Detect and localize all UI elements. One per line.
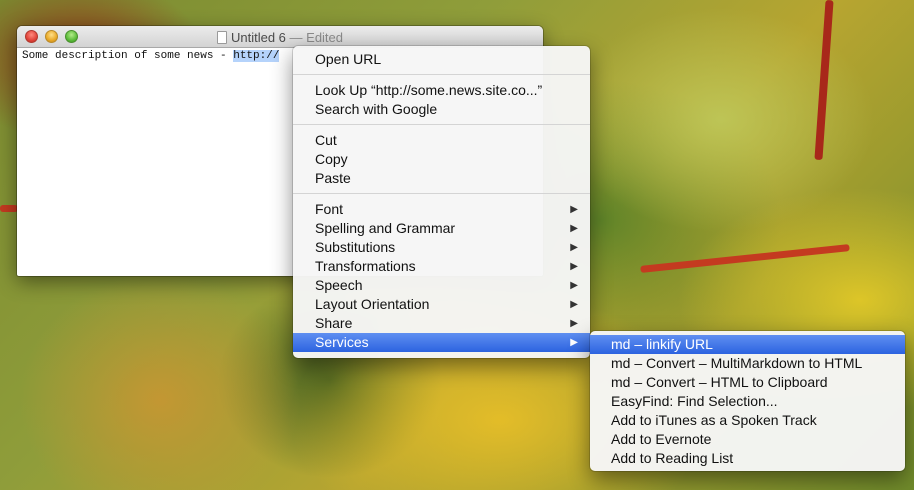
menu-item-layout-orientation[interactable]: Layout Orientation ▶ [293,295,590,314]
menu-item-label: Transformations [315,258,416,274]
menu-item-share[interactable]: Share ▶ [293,314,590,333]
services-item[interactable]: md – Convert – MultiMarkdown to HTML [590,354,905,373]
submenu-arrow-icon: ▶ [570,223,578,234]
services-item-label: Add to Evernote [611,431,712,447]
menu-item-copy[interactable]: Copy [293,150,590,169]
menu-item-cut[interactable]: Cut [293,131,590,150]
menu-item-font[interactable]: Font ▶ [293,200,590,219]
menu-item-label: Cut [315,132,337,148]
menu-item-label: Services [315,334,369,350]
submenu-arrow-icon: ▶ [570,299,578,310]
menu-item-label: Share [315,315,353,331]
selected-text[interactable]: http:// [233,50,280,62]
window-title: Untitled 6 — Edited [17,30,543,45]
edited-status: — Edited [289,30,344,45]
submenu-arrow-icon: ▶ [570,280,578,291]
services-item-label: md – linkify URL [611,336,713,352]
menu-item-open-url[interactable]: Open URL [293,50,590,69]
background-stem [814,0,834,161]
services-item[interactable]: Add to Reading List [590,449,905,468]
menu-item-label: Spelling and Grammar [315,220,456,236]
services-submenu: md – linkify URL md – Convert – MultiMark… [590,331,905,471]
services-item[interactable]: Add to Evernote [590,430,905,449]
window-titlebar[interactable]: Untitled 6 — Edited [17,26,543,48]
services-item-label: md – Convert – MultiMarkdown to HTML [611,355,863,371]
services-item[interactable]: md – Convert – HTML to Clipboard [590,373,905,392]
services-item[interactable]: Add to iTunes as a Spoken Track [590,411,905,430]
submenu-arrow-icon: ▶ [570,204,578,215]
services-item-label: Add to Reading List [611,450,734,466]
menu-item-search-with-google[interactable]: Search with Google [293,100,590,119]
submenu-arrow-icon: ▶ [570,318,578,329]
submenu-arrow-icon: ▶ [570,242,578,253]
menu-item-label: Search with Google [315,101,438,117]
services-item-label: md – Convert – HTML to Clipboard [611,374,828,390]
menu-item-look-up-http-some-news-site-co[interactable]: Look Up “http://some.news.site.co...” [293,81,590,100]
submenu-arrow-icon: ▶ [570,337,578,348]
window-title-text: Untitled 6 [230,30,286,45]
document-text: Some description of some news - [22,50,234,62]
menu-item-substitutions[interactable]: Substitutions ▶ [293,238,590,257]
services-item-label: Add to iTunes as a Spoken Track [611,412,817,428]
menu-item-services[interactable]: Services ▶ [293,333,590,352]
submenu-arrow-icon: ▶ [570,261,578,272]
menu-item-label: Layout Orientation [315,296,430,312]
menu-item-spelling-and-grammar[interactable]: Spelling and Grammar ▶ [293,219,590,238]
menu-item-paste[interactable]: Paste [293,169,590,188]
services-item-label: EasyFind: Find Selection... [611,393,778,409]
services-item[interactable]: EasyFind: Find Selection... [590,392,905,411]
background-stem [0,205,18,212]
menu-separator [293,74,590,75]
menu-separator [293,193,590,194]
context-menu: Open URL Look Up “http://some.news.site.c… [293,46,590,358]
menu-item-label: Open URL [315,51,382,67]
document-icon [216,31,227,44]
background-stem [640,244,850,273]
menu-item-label: Font [315,201,344,217]
menu-item-label: Speech [315,277,363,293]
menu-item-speech[interactable]: Speech ▶ [293,276,590,295]
menu-item-label: Look Up “http://some.news.site.co...” [315,82,543,98]
menu-item-label: Copy [315,151,348,167]
services-item[interactable]: md – linkify URL [590,335,905,354]
menu-item-transformations[interactable]: Transformations ▶ [293,257,590,276]
menu-separator [293,124,590,125]
menu-item-label: Paste [315,170,351,186]
menu-item-label: Substitutions [315,239,396,255]
